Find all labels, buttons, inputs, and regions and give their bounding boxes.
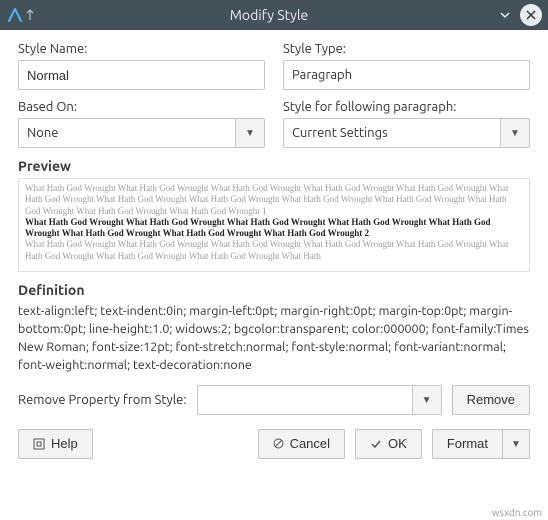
titlebar: Modify Style: [0, 0, 548, 30]
preview-sample-before: What Hath God Wrought What Hath God Wrou…: [25, 183, 523, 217]
definition-text: text-align:left; text-indent:0in; margin…: [18, 302, 530, 375]
style-name-input[interactable]: [18, 60, 265, 90]
following-paragraph-select[interactable]: Current Settings: [283, 118, 500, 148]
preview-sample-after: What Hath God Wrought What Hath God Wrou…: [25, 239, 523, 262]
preview-sample-current: What Hath God Wrought What Hath God Wrou…: [25, 217, 523, 240]
help-icon: [33, 438, 45, 450]
watermark: wsxdn.com: [492, 507, 542, 518]
preview-area: What Hath God Wrought What Hath God Wrou…: [18, 178, 530, 272]
help-button-label: Help: [51, 436, 78, 451]
cancel-button[interactable]: Cancel: [258, 429, 345, 459]
ok-button[interactable]: OK: [355, 429, 422, 459]
remove-property-dropdown-button[interactable]: ▼: [412, 385, 442, 415]
chevron-down-icon: ▼: [510, 127, 520, 139]
style-name-label: Style Name:: [18, 42, 265, 56]
based-on-dropdown-button[interactable]: ▼: [235, 118, 265, 148]
ok-button-label: OK: [388, 436, 407, 451]
format-button[interactable]: Format: [432, 429, 502, 459]
cancel-icon: [273, 438, 284, 449]
remove-property-label: Remove Property from Style:: [18, 393, 187, 407]
chevron-down-icon: ▼: [245, 127, 255, 139]
style-type-label: Style Type:: [283, 42, 530, 56]
minimize-button[interactable]: [494, 4, 516, 26]
chevron-down-icon: ▼: [511, 438, 521, 450]
following-paragraph-label: Style for following paragraph:: [283, 100, 530, 114]
remove-property-select[interactable]: [197, 385, 412, 415]
based-on-select[interactable]: None: [18, 118, 235, 148]
following-paragraph-dropdown-button[interactable]: ▼: [500, 118, 530, 148]
help-button[interactable]: Help: [18, 429, 93, 459]
format-dropdown-button[interactable]: ▼: [502, 429, 530, 459]
pin-icon[interactable]: [24, 9, 48, 21]
check-icon: [370, 438, 382, 450]
cancel-button-label: Cancel: [290, 436, 330, 451]
definition-heading: Definition: [18, 282, 530, 298]
remove-button[interactable]: Remove: [452, 385, 530, 415]
preview-heading: Preview: [18, 158, 530, 174]
chevron-down-icon: ▼: [422, 394, 432, 406]
based-on-label: Based On:: [18, 100, 265, 114]
window-title: Modify Style: [48, 7, 490, 23]
app-logo-icon: [6, 6, 24, 24]
close-button[interactable]: [520, 4, 542, 26]
style-type-value: Paragraph: [283, 60, 530, 90]
dialog-content: Style Name: Style Type: Paragraph Based …: [0, 30, 548, 465]
